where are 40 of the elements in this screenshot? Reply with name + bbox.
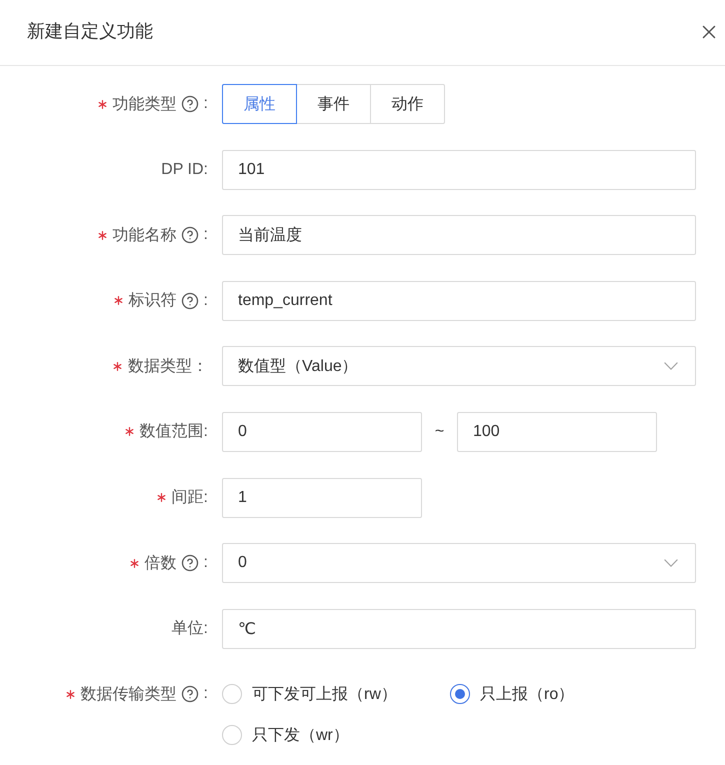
label-colon: : bbox=[204, 292, 208, 310]
select-field[interactable]: 0 bbox=[222, 543, 696, 584]
input-field[interactable]: 当前温度 bbox=[222, 215, 696, 256]
select-field[interactable]: 数值型（Value） bbox=[222, 346, 696, 386]
chevron-down-icon bbox=[664, 559, 678, 568]
field-label: 数据类型： bbox=[128, 356, 208, 377]
input-field[interactable]: temp_current bbox=[222, 280, 696, 321]
input-field[interactable]: 101 bbox=[222, 150, 696, 190]
label-colon: : bbox=[204, 685, 208, 704]
help-icon[interactable] bbox=[180, 685, 199, 704]
field-label: DP ID: bbox=[161, 160, 208, 179]
field-label: 功能类型 bbox=[112, 94, 177, 114]
field-label: 数据传输类型 bbox=[80, 684, 177, 705]
range-min-field[interactable]: 0 bbox=[222, 412, 422, 452]
range-separator: ~ bbox=[434, 422, 446, 441]
range-max-field[interactable]: 100 bbox=[457, 412, 657, 452]
field-label: 单位: bbox=[172, 619, 208, 640]
input-field[interactable]: 1 bbox=[222, 478, 422, 518]
label-colon: : bbox=[204, 226, 208, 244]
segment-tab[interactable]: 事件 bbox=[296, 84, 371, 124]
field-label: 功能名称 bbox=[112, 226, 177, 246]
segment-tab[interactable]: 动作 bbox=[370, 84, 445, 124]
radio-option[interactable]: 只下发（wr） bbox=[222, 715, 349, 756]
field-label: 倍数 bbox=[144, 554, 177, 574]
help-icon[interactable] bbox=[180, 95, 199, 113]
field-label: 数值范围: bbox=[140, 422, 208, 442]
label-colon: : bbox=[204, 554, 208, 572]
radio-option[interactable]: 只上报（ro） bbox=[450, 674, 574, 714]
help-icon[interactable] bbox=[180, 226, 199, 244]
radio-button-icon[interactable] bbox=[450, 684, 470, 704]
help-icon[interactable] bbox=[180, 292, 199, 310]
dialog-title: 新建自定义功能 bbox=[27, 20, 153, 42]
field-label: 间距: bbox=[172, 488, 208, 508]
field-label: 标识符 bbox=[128, 291, 177, 312]
help-icon[interactable] bbox=[180, 554, 199, 572]
radio-option[interactable]: 可下发可上报（rw） bbox=[222, 674, 397, 714]
chevron-down-icon bbox=[664, 362, 678, 370]
segment-tab[interactable]: 属性 bbox=[222, 84, 297, 124]
label-colon: : bbox=[204, 95, 208, 113]
input-field[interactable]: ℃ bbox=[222, 608, 696, 649]
